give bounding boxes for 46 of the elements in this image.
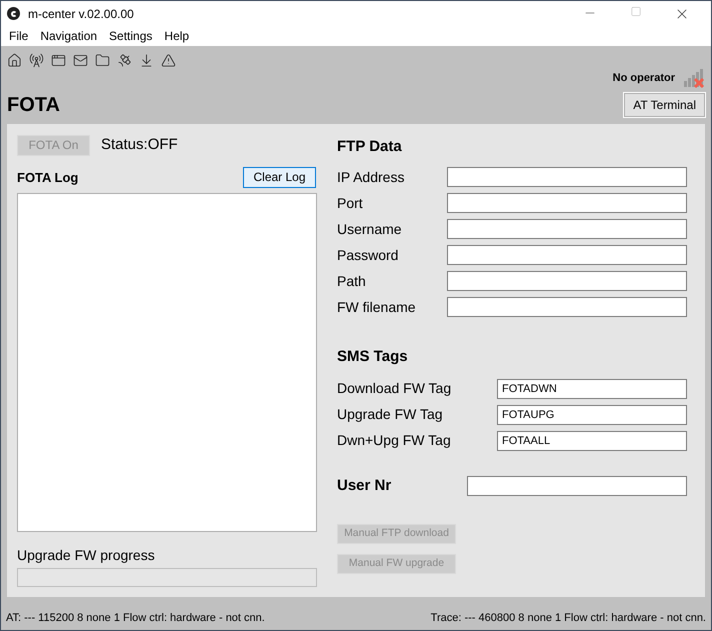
input-field[interactable] bbox=[447, 193, 687, 213]
menu-item[interactable]: File bbox=[3, 27, 34, 45]
input-field[interactable]: FOTAALL bbox=[497, 430, 687, 450]
field-label: FW filename bbox=[337, 298, 416, 316]
user-nr-field[interactable] bbox=[467, 476, 687, 496]
trace-status: Trace: --- 460800 8 none 1 Flow ctrl: hardware - not cnn. bbox=[430, 610, 706, 626]
menu-item[interactable]: Navigation bbox=[34, 27, 104, 45]
field-label: Upgrade FW Tag bbox=[337, 405, 443, 424]
input-field[interactable] bbox=[447, 297, 687, 317]
ftp-section-title: FTP Data bbox=[337, 137, 403, 157]
field-label: Download FW Tag bbox=[337, 379, 452, 398]
at-terminal-button[interactable]: AT Terminal bbox=[624, 93, 705, 117]
field-label: IP Address bbox=[337, 168, 404, 186]
satellite-icon[interactable] bbox=[117, 53, 132, 68]
input-field[interactable]: FOTADWN bbox=[497, 378, 687, 398]
input-field[interactable] bbox=[447, 219, 687, 239]
envelope-icon[interactable] bbox=[73, 53, 88, 68]
at-status: AT: --- 115200 8 none 1 Flow ctrl: hardware - not cnn. bbox=[6, 610, 265, 626]
field-label: Path bbox=[337, 272, 366, 290]
operator-label: No operator bbox=[612, 70, 675, 86]
input-field[interactable] bbox=[447, 167, 687, 187]
app-logo-icon bbox=[7, 7, 20, 20]
menu-item[interactable]: Help bbox=[158, 27, 196, 45]
field-label: Dwn+Upg FW Tag bbox=[337, 431, 451, 450]
folder-icon[interactable] bbox=[95, 53, 110, 68]
input-field[interactable] bbox=[447, 245, 687, 265]
menu-item[interactable]: Settings bbox=[103, 27, 158, 45]
user-nr-label: User Nr bbox=[337, 476, 392, 496]
antenna-tower-icon[interactable] bbox=[29, 53, 44, 68]
status-text: Status:OFF bbox=[101, 135, 178, 155]
home-icon[interactable] bbox=[7, 53, 22, 68]
window-title: m-center v.02.00.00 bbox=[28, 6, 134, 22]
clear-log-button[interactable]: Clear Log bbox=[243, 166, 316, 188]
no-signal-icon bbox=[683, 68, 705, 88]
field-label: Port bbox=[337, 194, 363, 212]
progress-label: Upgrade FW progress bbox=[17, 546, 156, 565]
input-field[interactable] bbox=[447, 271, 687, 291]
page-title: FOTA bbox=[7, 93, 60, 118]
download-icon[interactable] bbox=[139, 53, 154, 68]
window-icon[interactable] bbox=[51, 53, 66, 68]
sms-section-title: SMS Tags bbox=[337, 346, 409, 366]
input-field[interactable]: FOTAUPG bbox=[497, 404, 687, 424]
field-label: Username bbox=[337, 220, 402, 238]
warning-icon[interactable] bbox=[161, 53, 176, 68]
field-label: Password bbox=[337, 246, 398, 264]
log-title: FOTA Log bbox=[17, 169, 78, 187]
